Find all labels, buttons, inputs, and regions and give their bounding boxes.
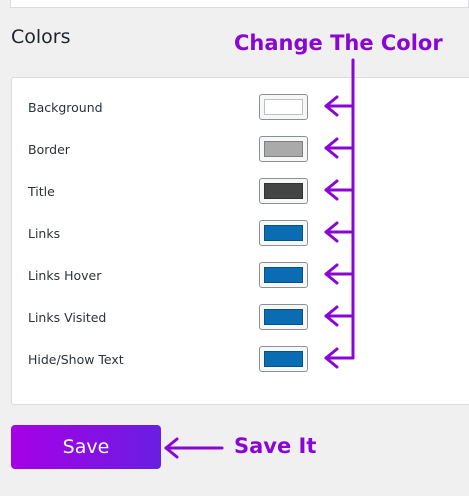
row-label-hide-show-text: Hide/Show Text	[28, 352, 124, 367]
border-color-swatch	[264, 141, 303, 157]
links-visited-color-picker[interactable]	[259, 304, 308, 330]
row-label-links-hover: Links Hover	[28, 268, 102, 283]
links-color-swatch	[264, 225, 303, 241]
row-label-background: Background	[28, 100, 103, 115]
title-color-picker[interactable]	[259, 178, 308, 204]
hide-show-text-color-picker[interactable]	[259, 346, 308, 372]
links-visited-color-swatch	[264, 309, 303, 325]
links-hover-color-swatch	[264, 267, 303, 283]
hide-show-text-color-swatch	[264, 351, 303, 367]
row-label-links-visited: Links Visited	[28, 310, 107, 325]
arrow-head-save	[164, 437, 179, 459]
save-button[interactable]: Save	[11, 425, 161, 469]
row-label-links: Links	[28, 226, 61, 241]
links-color-picker[interactable]	[259, 220, 308, 246]
row-label-border: Border	[28, 142, 70, 157]
row-label-title: Title	[28, 184, 55, 199]
title-color-swatch	[264, 183, 303, 199]
top-panel	[10, 0, 469, 8]
section-title: Colors	[11, 26, 71, 48]
annotation-change-the-color: Change The Color	[234, 31, 443, 55]
border-color-picker[interactable]	[259, 136, 308, 162]
links-hover-color-picker[interactable]	[259, 262, 308, 288]
background-color-picker[interactable]	[259, 94, 308, 120]
background-color-swatch	[264, 99, 303, 115]
annotation-save-it: Save It	[234, 434, 317, 458]
